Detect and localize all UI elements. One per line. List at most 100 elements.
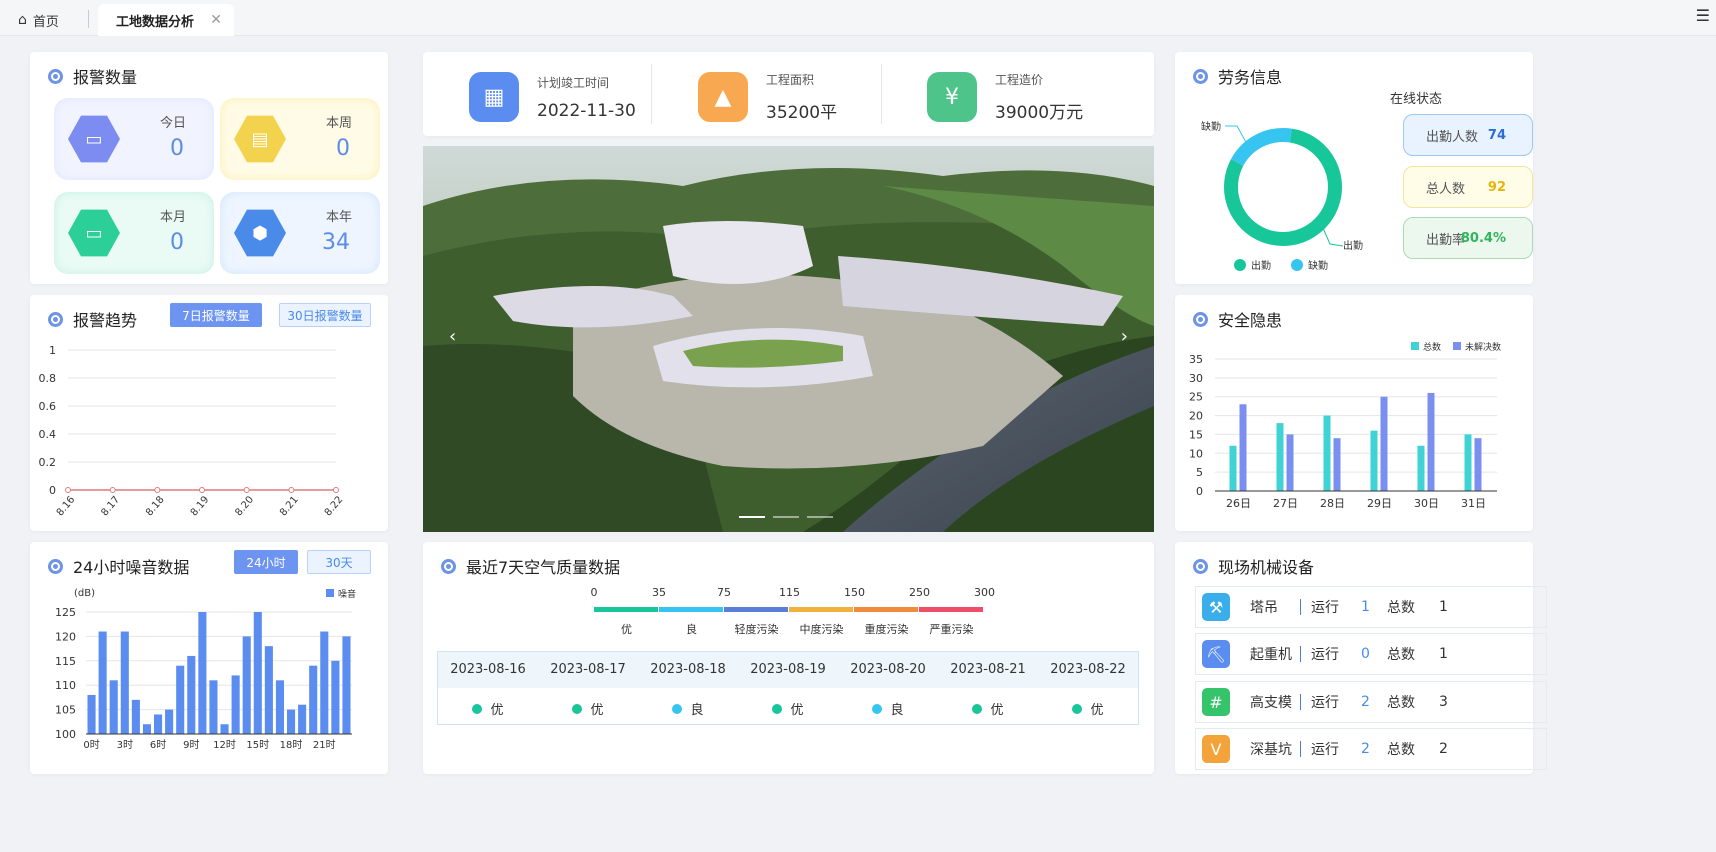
crane-icon: ⛏ — [1202, 640, 1230, 668]
noise-bar — [220, 724, 229, 734]
total-value: 2 — [1439, 741, 1448, 757]
area-label: 工程面积 — [766, 73, 815, 87]
project-carousel[interactable]: ‹ › — [423, 146, 1154, 532]
noise-bar — [187, 655, 196, 734]
legend-label: 缺勤 — [1308, 259, 1328, 272]
cost-label: 工程造价 — [995, 73, 1044, 87]
safety-bar — [1286, 434, 1294, 491]
alarm-trend-card: 报警趋势 7日报警数量 30日报警数量 0 0.2 0.4 0.6 0.8 1 8.16 8.… — [30, 295, 388, 531]
tab-home[interactable]: ⌂ 首页 — [18, 4, 59, 36]
close-icon[interactable]: ✕ — [210, 12, 222, 28]
noise-bar — [264, 646, 273, 734]
x-tick-label: 31日 — [1461, 497, 1486, 510]
noise-bar — [165, 709, 174, 734]
noise-bar — [176, 665, 185, 734]
x-tick-label: 12时 — [213, 739, 236, 751]
legend-label: 噪音 — [338, 588, 356, 600]
divider — [1300, 646, 1301, 662]
machine-name: 起重机 — [1250, 647, 1292, 663]
x-tick-label: 29日 — [1367, 497, 1392, 510]
noise-bar — [131, 699, 140, 734]
attendance-count-label: 出勤人数 — [1426, 129, 1479, 145]
completion-info: ▦ 计划竣工时间 2022-11-30 — [469, 62, 636, 132]
safety-card: 安全隐患 总数 未解决数 0 5 10 15 20 25 30 35 26日 27日 28日 29日 30日… — [1175, 295, 1533, 531]
legend-swatch — [326, 589, 334, 597]
x-tick-label: 8.17 — [99, 494, 122, 518]
machine-row-formwork[interactable]: # 高支模 运行 2 总数 3 — [1195, 681, 1547, 723]
run-value: 2 — [1361, 694, 1370, 710]
noise-bar — [331, 660, 340, 734]
air-level: 良 — [838, 699, 938, 718]
y-tick-label: 110 — [55, 679, 76, 692]
divider — [1300, 741, 1301, 757]
y-tick-label: 1 — [49, 344, 56, 357]
machine-row-crane[interactable]: ⛏ 起重机 运行 0 总数 1 — [1195, 633, 1547, 675]
chevron-right-icon[interactable]: › — [1121, 326, 1128, 347]
noise-bar — [342, 636, 351, 734]
trend-point — [288, 487, 295, 493]
scale-level-label: 轻度污染 — [734, 623, 779, 636]
trend-point — [154, 487, 161, 493]
alarm-today-box: ▭ 今日 0 — [54, 98, 214, 180]
y-tick-label: 15 — [1189, 428, 1203, 441]
noise-bar — [98, 631, 107, 734]
y-tick-label: 35 — [1189, 353, 1203, 366]
trend-point — [109, 487, 116, 493]
air-level-row: 优优良优良优优 — [438, 688, 1138, 724]
list-icon: ▤ — [234, 115, 286, 163]
total-label: 总数 — [1387, 742, 1415, 758]
carousel-indicator-active[interactable] — [739, 516, 765, 518]
x-tick-label: 18时 — [280, 739, 303, 751]
status-dot-icon — [472, 704, 483, 714]
project-rendering-image — [423, 146, 1154, 532]
noise-bar — [142, 724, 151, 734]
status-dot-icon — [972, 704, 983, 714]
x-tick-label: 0时 — [83, 739, 99, 751]
alarm-today-value: 0 — [170, 136, 184, 161]
y-tick-label: 120 — [55, 630, 76, 643]
air-date: 2023-08-22 — [1050, 662, 1126, 677]
scale-tick-label: 250 — [909, 586, 930, 599]
run-label: 运行 — [1311, 600, 1339, 616]
machinery-title: 现场机械设备 — [1193, 554, 1314, 578]
noise-bar — [309, 665, 318, 734]
carousel-indicator[interactable] — [773, 516, 799, 518]
safety-bar — [1370, 430, 1378, 491]
safety-bar — [1464, 434, 1472, 491]
slice-label: 出勤 — [1343, 239, 1363, 252]
air-level-label: 优 — [590, 703, 604, 718]
total-count-value: 92 — [1487, 179, 1506, 195]
carousel-indicator[interactable] — [807, 516, 833, 518]
chevron-left-icon[interactable]: ‹ — [449, 326, 456, 347]
x-tick-label: 8.16 — [55, 494, 78, 518]
air-level: 优 — [438, 699, 538, 718]
noise-bar — [320, 631, 329, 734]
menu-icon[interactable]: ☰ — [1696, 6, 1710, 25]
tab-site-analysis[interactable]: 工地数据分析 ✕ — [98, 4, 234, 36]
scale-tick-label: 300 — [974, 586, 995, 599]
machine-name: 高支模 — [1250, 695, 1292, 711]
air-level-label: 良 — [690, 703, 704, 718]
alarm-count-title-text: 报警数量 — [73, 68, 138, 87]
tower-crane-icon: ⚒ — [1202, 593, 1230, 621]
machinery-title-text: 现场机械设备 — [1218, 558, 1315, 577]
air-level-label: 优 — [790, 703, 804, 718]
divider — [1300, 599, 1301, 615]
machine-row-tower-crane[interactable]: ⚒ 塔吊 运行 1 总数 1 — [1195, 586, 1547, 628]
y-tick-label: 0.4 — [39, 428, 57, 441]
legend-label: 未解决数 — [1465, 341, 1501, 353]
safety-bar — [1323, 415, 1331, 491]
labor-card: 劳务信息 在线状态 出勤 缺勤 出勤 缺勤 出勤人数 74 总人数 92 出勤率 80.4% — [1175, 52, 1533, 284]
noise-bar — [253, 612, 262, 734]
alarm-today-label: 今日 — [159, 116, 186, 131]
y-tick-label: 25 — [1189, 391, 1203, 404]
scale-tick-label: 0 — [590, 586, 598, 599]
air-level: 优 — [538, 699, 638, 718]
trend-point — [333, 487, 339, 493]
machine-row-foundation-pit[interactable]: V 深基坑 运行 2 总数 2 — [1195, 728, 1547, 770]
legend-swatch — [1453, 342, 1461, 350]
attendance-rate-label: 出勤率 — [1426, 232, 1466, 248]
alarm-year-value: 34 — [322, 230, 350, 255]
card-icon: ▭ — [68, 115, 120, 163]
tab-active-label: 工地数据分析 — [116, 14, 195, 30]
